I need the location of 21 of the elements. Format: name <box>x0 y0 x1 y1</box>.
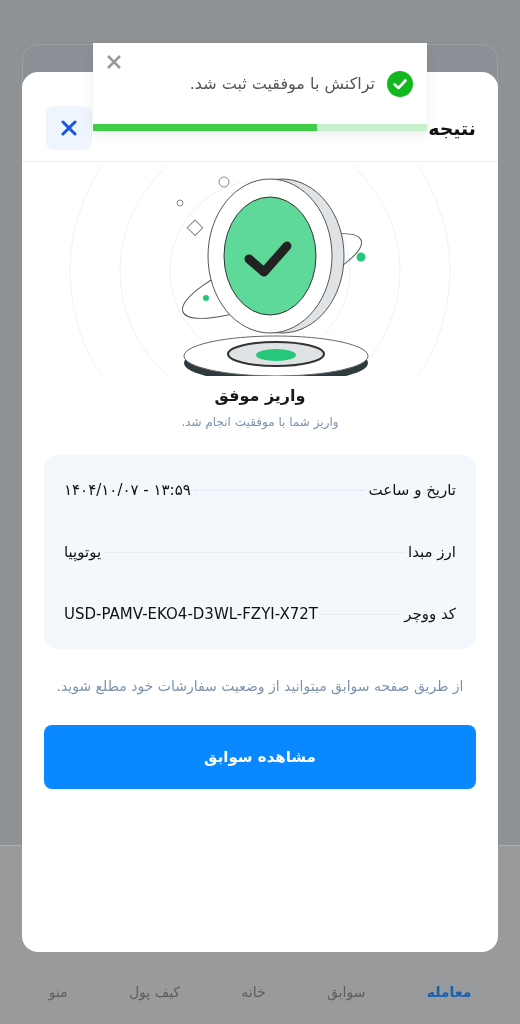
check-circle-icon <box>387 70 413 97</box>
nav-item[interactable]: کیف پول <box>128 984 181 1000</box>
nav-item[interactable]: سوابق <box>326 984 366 1000</box>
toast-message: تراکنش با موفقیت ثبت شد. <box>189 74 375 93</box>
detail-label: تاریخ و ساعت <box>368 481 456 499</box>
success-subtitle: واریز شما با موفقیت انجام شد. <box>181 415 339 429</box>
detail-label: ارز مبدا <box>407 543 456 561</box>
detail-label: کد ووچر <box>404 605 456 623</box>
detail-value: ۱۴۰۴/۱۰/۰۷ - ۱۳:۵۹ <box>64 481 191 499</box>
close-icon <box>61 119 77 136</box>
history-note: از طریق صفحه سوابق میتوانید از وضعیت سفارشات خود مطلع شوید. <box>55 677 465 697</box>
modal-title: نتیجه <box>428 116 476 139</box>
detail-value: یوتوپیا <box>64 543 102 561</box>
nav-item[interactable]: خانه <box>241 984 266 1000</box>
detail-value: USD-PAMV-EKO4-D3WL-FZYI-X72T <box>64 605 318 623</box>
nav-item[interactable]: معامله <box>426 984 472 1000</box>
nav-item[interactable]: منو <box>48 984 68 1000</box>
view-history-button[interactable]: مشاهده سوابق <box>44 725 476 789</box>
close-button[interactable] <box>46 105 92 150</box>
success-heading: واریز موفق <box>214 386 306 405</box>
close-icon <box>107 55 121 69</box>
